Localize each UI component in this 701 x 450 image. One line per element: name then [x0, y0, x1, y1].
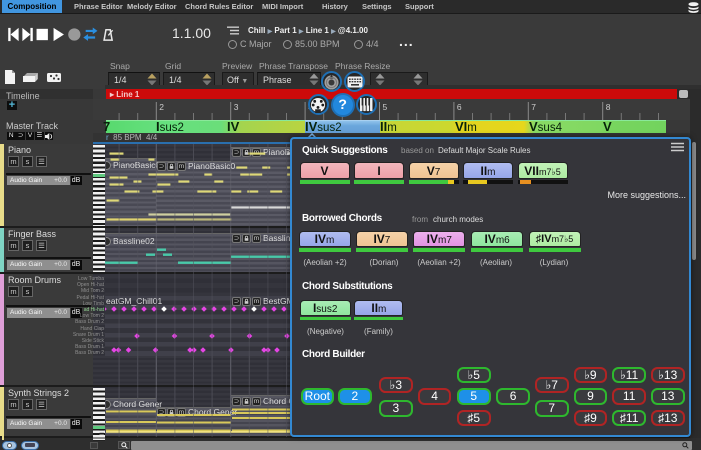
svg-text:8: 8 — [606, 102, 611, 112]
svg-text:2: 2 — [159, 102, 164, 112]
svg-text:5: 5 — [383, 102, 388, 112]
svg-text:7: 7 — [531, 102, 536, 112]
svg-text:6: 6 — [457, 102, 462, 112]
svg-text:3: 3 — [234, 102, 239, 112]
